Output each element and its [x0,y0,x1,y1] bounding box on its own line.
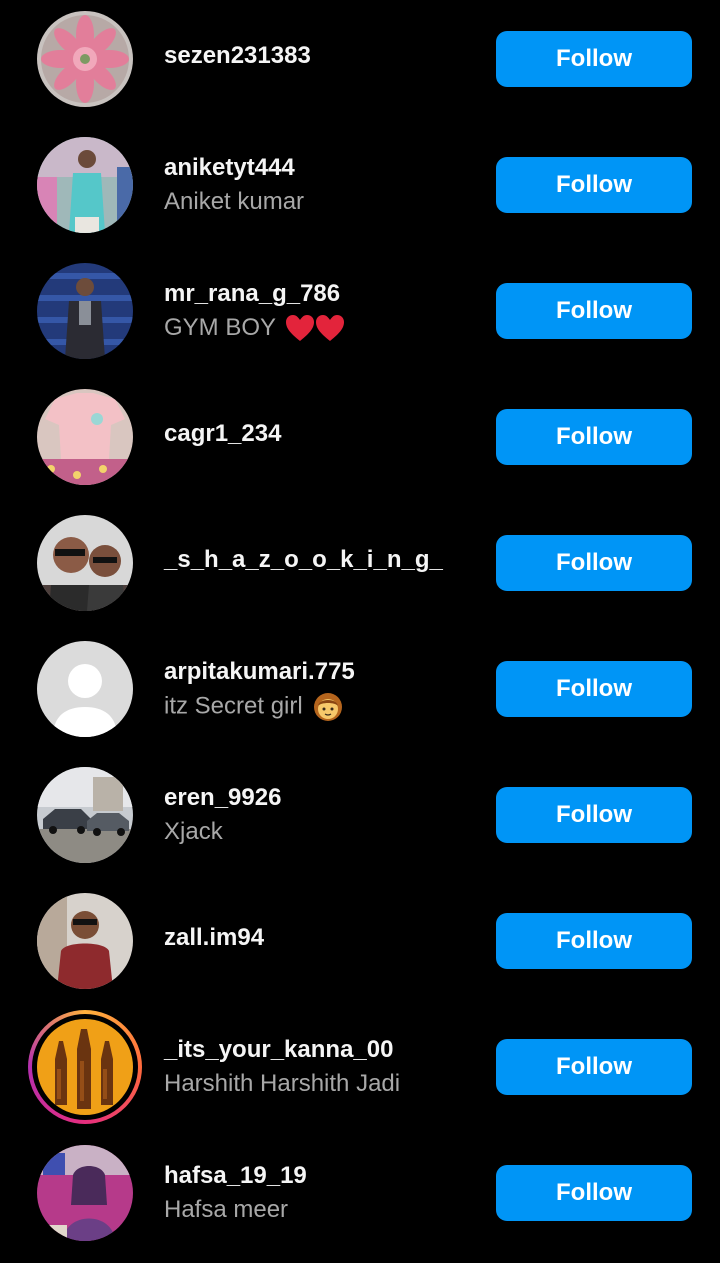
user-text: zall.im94 [164,882,484,1008]
avatar[interactable] [37,389,133,485]
avatar[interactable] [37,1145,133,1241]
list-item[interactable]: arpitakumari.775 itz Secret girl Follow [0,630,720,756]
follow-button[interactable]: Follow [496,31,692,87]
follow-button[interactable]: Follow [496,409,692,465]
default-avatar-icon [37,641,133,737]
username[interactable]: hafsa_19_19 [164,1162,307,1190]
list-item[interactable]: mr_rana_g_786 GYM BOY Follow [0,252,720,378]
red-hearts-emoji [286,314,345,341]
full-name: Harshith Harshith Jadi [164,1070,401,1097]
list-item[interactable]: eren_9926 Xjack Follow [0,756,720,882]
clothing-photo [37,389,133,485]
list-item[interactable]: _its_your_kanna_00 Harshith Harshith Jad… [0,1008,720,1134]
follow-button[interactable]: Follow [496,1165,692,1221]
user-text: hafsa_19_19 Hafsa meer [164,1134,484,1260]
user-text: mr_rana_g_786 GYM BOY [164,252,484,378]
user-text: eren_9926 Xjack [164,756,484,882]
list-item[interactable]: aniketyt444 Aniket kumar Follow [0,126,720,252]
user-text: arpitakumari.775 itz Secret girl [164,630,484,756]
person-photo [37,263,133,359]
user-text: aniketyt444 Aniket kumar [164,126,484,252]
avatar[interactable] [37,263,133,359]
person-photo [37,893,133,989]
avatar[interactable] [37,767,133,863]
follow-button[interactable]: Follow [496,1039,692,1095]
avatar[interactable] [37,137,133,233]
username[interactable]: _its_your_kanna_00 [164,1036,393,1064]
avatar[interactable] [37,641,133,737]
list-item[interactable]: _s_h_a_z_o_o_k_i_n_g_ Follow [0,504,720,630]
username[interactable]: arpitakumari.775 [164,658,355,686]
avatar[interactable] [37,11,133,107]
succulent-photo [37,11,133,107]
follow-button[interactable]: Follow [496,787,692,843]
two-boys-photo [37,515,133,611]
person-photo [37,137,133,233]
list-item[interactable]: cagr1_234 Follow [0,378,720,504]
full-name: itz Secret girl [164,692,303,720]
follow-button[interactable]: Follow [496,157,692,213]
girl-emoji [314,693,343,721]
follow-button[interactable]: Follow [496,535,692,591]
avatar[interactable] [37,1019,133,1115]
list-item[interactable]: hafsa_19_19 Hafsa meer Follow [0,1134,720,1260]
avatar[interactable] [37,515,133,611]
username[interactable]: sezen231383 [164,42,311,70]
user-text: cagr1_234 [164,378,484,504]
list-item[interactable]: sezen231383 Follow [0,0,720,126]
username[interactable]: cagr1_234 [164,420,281,448]
full-name: Xjack [164,818,223,845]
user-text: sezen231383 [164,0,484,126]
user-text: _s_h_a_z_o_o_k_i_n_g_ [164,504,484,630]
full-name-wrap: itz Secret girl [164,692,343,722]
username[interactable]: _s_h_a_z_o_o_k_i_n_g_ [164,546,443,574]
follow-button[interactable]: Follow [496,913,692,969]
follow-button[interactable]: Follow [496,283,692,339]
avatar[interactable] [37,893,133,989]
list-item[interactable]: zall.im94 Follow [0,882,720,1008]
username[interactable]: eren_9926 [164,784,281,812]
username[interactable]: aniketyt444 [164,154,295,182]
cars-photo [37,767,133,863]
full-name: GYM BOY [164,314,276,341]
bottles-photo [37,1019,133,1115]
username[interactable]: mr_rana_g_786 [164,280,340,308]
username[interactable]: zall.im94 [164,924,264,952]
user-text: _its_your_kanna_00 Harshith Harshith Jad… [164,1008,484,1134]
follow-button[interactable]: Follow [496,661,692,717]
full-name: Hafsa meer [164,1196,289,1223]
full-name-wrap: GYM BOY [164,314,346,343]
full-name: Aniket kumar [164,188,305,215]
person-photo [37,1145,133,1241]
